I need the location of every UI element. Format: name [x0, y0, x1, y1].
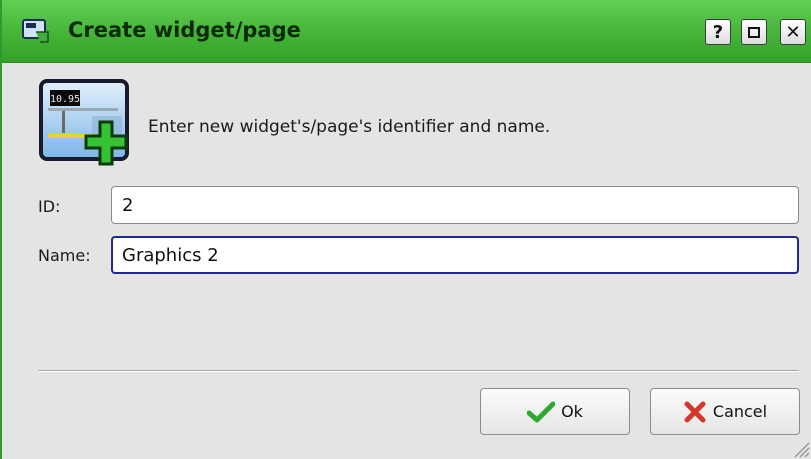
close-icon: ✕ [785, 21, 801, 43]
cancel-label: Cancel [712, 402, 768, 421]
svg-text:10.95: 10.95 [50, 94, 80, 105]
checkmark-icon [527, 401, 556, 422]
name-field[interactable] [111, 236, 799, 274]
app-window-icon [22, 19, 49, 43]
cancel-x-icon [684, 401, 706, 422]
dialog-prompt: Enter new widget's/page's identifier and… [148, 117, 551, 137]
close-button[interactable]: ✕ [780, 19, 806, 45]
create-widget-dialog: Create widget/page ? ✕ 10.95 Enter new w… [0, 0, 811, 459]
resize-grip-icon[interactable] [789, 437, 811, 459]
window-title: Create widget/page [68, 18, 301, 42]
divider [38, 370, 799, 372]
maximize-button[interactable] [741, 19, 767, 45]
ok-label: Ok [561, 402, 583, 421]
help-button[interactable]: ? [705, 19, 731, 45]
id-label: ID: [38, 197, 61, 216]
maximize-icon [748, 26, 760, 38]
widget-add-icon: 10.95 [39, 79, 129, 166]
cancel-button[interactable]: Cancel [650, 388, 800, 435]
ok-button[interactable]: Ok [480, 388, 630, 435]
name-label: Name: [38, 246, 91, 265]
id-field[interactable] [111, 186, 799, 224]
title-bar[interactable]: Create widget/page ? ✕ [2, 0, 811, 63]
help-icon: ? [712, 21, 724, 43]
